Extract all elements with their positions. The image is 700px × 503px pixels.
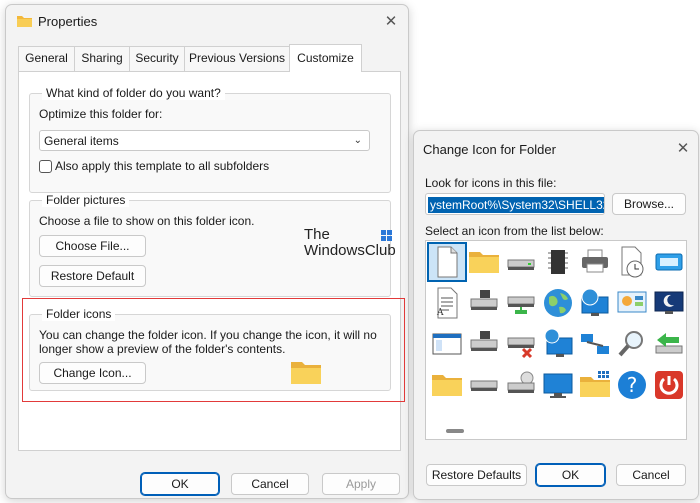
chevron-down-icon: ⌄	[353, 135, 362, 146]
chip-icon[interactable]	[540, 244, 576, 280]
control-panel-icon[interactable]	[614, 285, 650, 321]
monitor-icon[interactable]	[540, 367, 576, 403]
app-window-icon[interactable]	[429, 326, 465, 362]
green-arrow-icon[interactable]	[651, 326, 686, 362]
properties-dialog: Properties ✕ General Sharing Security Pr…	[5, 4, 409, 499]
window-drive-icon[interactable]	[651, 244, 686, 280]
icon-list[interactable]: A ?	[425, 240, 687, 440]
watermark-line2: WindowsClub	[304, 242, 396, 259]
highlight-box	[22, 298, 405, 402]
watermark-line1: The	[304, 226, 330, 243]
cd-drive-icon[interactable]	[503, 367, 539, 403]
drive-2-icon[interactable]	[466, 367, 502, 403]
printer-icon[interactable]	[577, 244, 613, 280]
optimize-label: Optimize this folder for:	[39, 107, 163, 121]
drive-icon[interactable]	[503, 244, 539, 280]
title-bar: Properties ✕	[6, 5, 408, 39]
globe-monitor-2-icon[interactable]	[540, 326, 576, 362]
close-icon[interactable]: ✕	[380, 11, 402, 33]
icon-file-path-value: ystemRoot%\System32\SHELL32.dll	[428, 197, 604, 213]
text-document-icon[interactable]: A	[429, 285, 465, 321]
moon-monitor-icon[interactable]	[651, 285, 686, 321]
restore-defaults-button[interactable]: Restore Defaults	[426, 464, 527, 486]
folder-icon[interactable]	[466, 244, 502, 280]
tab-general[interactable]: General	[18, 46, 75, 71]
floppy-drive-icon[interactable]	[466, 285, 502, 321]
select-icon-label: Select an icon from the list below:	[425, 224, 604, 238]
close-icon[interactable]: ✕	[672, 138, 694, 160]
blank-document-icon[interactable]	[427, 242, 467, 282]
magnifier-icon[interactable]	[614, 326, 650, 362]
apply-button[interactable]: Apply	[322, 473, 400, 495]
folder-pictures-description: Choose a file to show on this folder ico…	[39, 214, 255, 228]
apply-template-label[interactable]: Also apply this template to all subfolde…	[55, 159, 269, 173]
customize-panel: What kind of folder do you want? Optimiz…	[18, 71, 405, 451]
globe-monitor-icon[interactable]	[577, 285, 613, 321]
icon-file-path-input[interactable]: ystemRoot%\System32\SHELL32.dll	[425, 193, 605, 215]
cancel-button[interactable]: Cancel	[616, 464, 686, 486]
windows-logo-icon	[381, 230, 392, 241]
look-for-label: Look for icons in this file:	[425, 176, 557, 190]
cancel-button[interactable]: Cancel	[231, 473, 309, 495]
optimize-select[interactable]: General items ⌄	[39, 130, 370, 151]
network-drive-icon[interactable]	[503, 285, 539, 321]
folder-kind-heading: What kind of folder do you want?	[42, 86, 225, 100]
browse-button[interactable]: Browse...	[612, 193, 686, 215]
tab-security[interactable]: Security	[129, 46, 185, 71]
folder-2-icon[interactable]	[429, 367, 465, 403]
window-title: Properties	[38, 14, 98, 29]
tab-sharing[interactable]: Sharing	[74, 46, 130, 71]
network-icon[interactable]	[577, 326, 613, 362]
floppy-drive-2-icon[interactable]	[466, 326, 502, 362]
apply-template-checkbox[interactable]	[39, 160, 52, 173]
tab-previous-versions[interactable]: Previous Versions	[184, 46, 290, 71]
power-icon[interactable]	[651, 367, 686, 403]
globe-icon[interactable]	[540, 285, 576, 321]
app-folder-icon[interactable]	[577, 367, 613, 403]
svg-text:?: ?	[627, 373, 638, 397]
clock-document-icon[interactable]	[614, 244, 650, 280]
svg-text:A: A	[436, 308, 444, 318]
change-icon-title-bar: Change Icon for Folder ✕	[414, 131, 698, 165]
ok-button[interactable]: OK	[140, 472, 220, 496]
ok-button[interactable]: OK	[535, 463, 606, 487]
folder-pictures-heading: Folder pictures	[42, 193, 130, 207]
choose-file-button[interactable]: Choose File...	[39, 235, 146, 257]
restore-default-button[interactable]: Restore Default	[39, 265, 146, 287]
horizontal-scrollbar[interactable]	[446, 429, 464, 433]
change-icon-title: Change Icon for Folder	[423, 142, 556, 157]
tab-customize[interactable]: Customize	[289, 44, 362, 72]
folder-icon	[17, 16, 32, 27]
help-icon[interactable]: ?	[614, 367, 650, 403]
disconnected-drive-icon[interactable]	[503, 326, 539, 362]
change-icon-dialog: Change Icon for Folder ✕ Look for icons …	[413, 130, 699, 500]
optimize-select-value: General items	[44, 134, 119, 148]
folder-kind-group: What kind of folder do you want? Optimiz…	[29, 86, 391, 193]
